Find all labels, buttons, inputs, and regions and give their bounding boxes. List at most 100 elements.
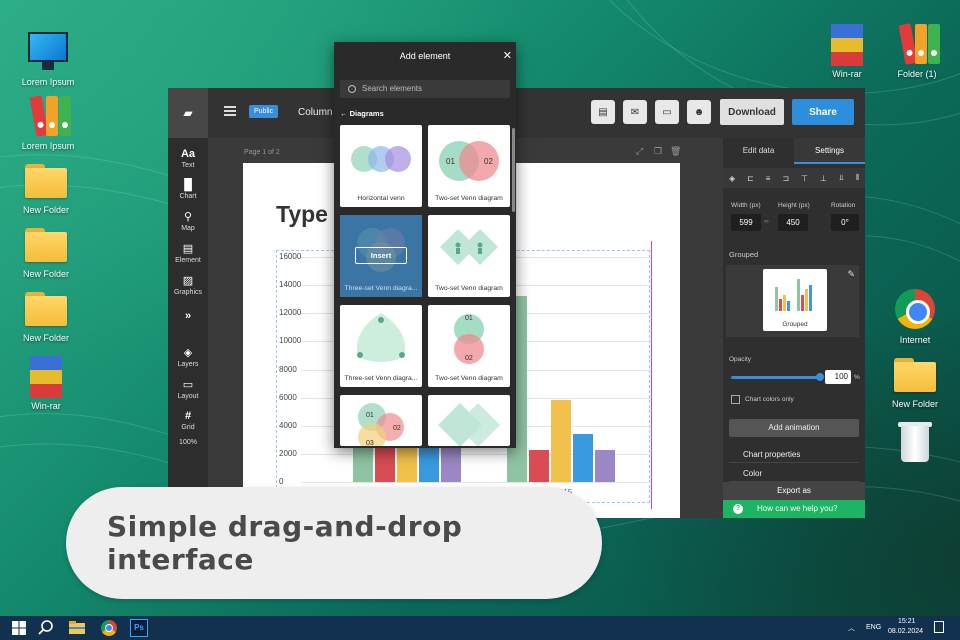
visibility-badge[interactable]: Public [249, 105, 279, 118]
download-button[interactable]: Download [720, 99, 784, 125]
tool-element[interactable]: ▤ Element [168, 242, 208, 264]
grouped-chart-preview [775, 279, 812, 311]
help-button[interactable]: How can we help you? [723, 500, 865, 518]
venn-label-01: 01 [366, 412, 374, 419]
desktop-icon-recycle-bin[interactable] [883, 418, 947, 467]
desktop-icon-new-folder-2[interactable]: New Folder [14, 220, 78, 279]
opacity-slider[interactable] [731, 373, 824, 381]
tool-layers[interactable]: ◈ Layers [168, 346, 208, 368]
chart-colors-checkbox[interactable] [731, 395, 740, 404]
chart-bar[interactable] [441, 446, 461, 482]
desktop-icon-label: Internet [899, 335, 931, 345]
add-animation-button[interactable]: Add animation [729, 419, 859, 437]
chrome-taskbar-icon[interactable] [100, 619, 118, 637]
clock-time[interactable]: 15:21 [898, 618, 916, 625]
color-row[interactable]: Color [729, 466, 859, 482]
y-tick-label: 14000 [279, 280, 302, 290]
chart-bar[interactable] [573, 434, 593, 482]
chart-bar[interactable] [375, 442, 395, 482]
diagram-card-three-set-venn-2[interactable]: 01 02 03 [340, 395, 422, 446]
chart-title[interactable]: Type [276, 201, 328, 228]
search-elements-input[interactable]: Search elements [340, 80, 510, 98]
share-button[interactable]: Share [792, 99, 854, 125]
card-caption: Horizontal venn [357, 195, 405, 202]
search-icon[interactable] [37, 619, 55, 637]
edit-icon[interactable]: ✎ [847, 269, 855, 280]
width-field[interactable]: 599 [731, 214, 761, 231]
chart-variant-selector[interactable]: Grouped ✎ [726, 265, 859, 337]
diagram-card-diamond-overlap[interactable] [428, 395, 510, 446]
desktop-icon-lorem-ipsum-2[interactable]: Lorem Ipsum [16, 92, 80, 151]
rotation-label: Rotation [831, 202, 856, 209]
chart-properties-row[interactable]: Chart properties [729, 447, 859, 463]
tool-layout[interactable]: ▭ Layout [168, 378, 208, 400]
desktop-icon-win-rar[interactable]: Win-rar [14, 352, 78, 411]
desktop-icon-label: Win-rar [31, 401, 61, 411]
height-field[interactable]: 450 [778, 214, 808, 231]
duplicate-icon[interactable]: ❐ [654, 146, 662, 157]
diagram-card-two-set-venn-vertical[interactable]: 01 02 Two-set Venn diagram [428, 305, 510, 387]
align-left-icon[interactable]: ⊏ [747, 174, 754, 183]
comment-icon[interactable]: ✉ [623, 100, 647, 124]
align-middle-icon[interactable]: ⊥ [820, 174, 827, 183]
tool-grid[interactable]: # Grid [168, 410, 208, 431]
diagram-card-three-set-venn-triangle[interactable]: Three-set Venn diagra... [340, 305, 422, 387]
file-explorer-icon[interactable] [68, 619, 86, 637]
delete-icon[interactable]: 🗑 [670, 146, 681, 157]
tray-chevron-icon[interactable]: ︿ [848, 623, 855, 633]
chart-bar[interactable] [595, 449, 615, 482]
card-caption: Three-set Venn diagra... [344, 285, 418, 292]
tab-edit-data[interactable]: Edit data [723, 138, 794, 164]
desktop-icon-lorem-ipsum-1[interactable]: Lorem Ipsum [16, 28, 80, 87]
tool-map[interactable]: ⚲ Map [168, 210, 208, 232]
present-icon[interactable]: ▭ [655, 100, 679, 124]
tool-graphics[interactable]: ▨ Graphics [168, 274, 208, 296]
diagram-card-horizontal-venn[interactable]: Horizontal venn [340, 125, 422, 207]
desktop-icon-internet[interactable]: Internet [883, 286, 947, 345]
notes-icon[interactable]: ▤ [591, 100, 615, 124]
insert-button[interactable]: Insert [355, 247, 407, 264]
clock-date[interactable]: 08.02.2024 [888, 628, 923, 635]
layers-icon[interactable]: ◈ [729, 174, 735, 183]
distribute-icon[interactable]: ⦀ [855, 173, 859, 183]
rotation-field[interactable]: 0° [831, 214, 859, 231]
expand-tools-icon[interactable]: » [168, 310, 208, 322]
language-indicator[interactable]: ENG [866, 624, 881, 631]
desktop-icon-new-folder-1[interactable]: New Folder [14, 156, 78, 215]
photoshop-icon[interactable]: Ps [130, 619, 148, 637]
chart-bar[interactable] [529, 449, 549, 482]
close-icon[interactable]: ✕ [503, 42, 512, 70]
desktop-icon-new-folder-3[interactable]: New Folder [14, 284, 78, 343]
zoom-level[interactable]: 100% [168, 439, 208, 446]
tab-settings[interactable]: Settings [794, 138, 865, 164]
notification-icon[interactable] [934, 621, 944, 633]
resize-icon[interactable]: ⤢ [636, 146, 643, 157]
align-top-icon[interactable]: ⊤ [801, 174, 808, 183]
align-center-icon[interactable]: ≡ [766, 174, 771, 183]
diagram-card-three-set-venn-selected[interactable]: Insert Three-set Venn diagra... [340, 215, 422, 297]
align-right-icon[interactable]: ⊐ [782, 174, 789, 183]
opacity-field[interactable]: 100 [825, 370, 851, 384]
app-logo-icon[interactable]: ▰ [168, 88, 208, 138]
modal-scrollbar[interactable] [512, 128, 515, 212]
menu-icon[interactable] [224, 106, 236, 116]
diagram-card-two-set-venn-diamond[interactable]: Two-set Venn diagram [428, 215, 510, 297]
link-icon[interactable]: ∞ [764, 218, 769, 225]
winrar-icon [23, 352, 69, 398]
windows-start-icon[interactable] [10, 619, 28, 637]
tool-chart[interactable]: ▐▌ Chart [168, 179, 208, 200]
chart-bar[interactable] [551, 400, 571, 482]
tool-text[interactable]: Aa Text [168, 148, 208, 169]
export-as-button[interactable]: Export as [723, 482, 865, 500]
taskbar: Ps ︿ ENG 15:21 08.02.2024 [0, 616, 960, 640]
diagrams-section[interactable]: ← Diagrams [340, 109, 384, 118]
align-bottom-icon[interactable]: ⫫ [839, 173, 844, 183]
chart-bar[interactable] [419, 442, 439, 482]
folder-icon [23, 284, 69, 330]
diagram-card-two-set-venn[interactable]: 01 02 Two-set Venn diagram [428, 125, 510, 207]
grouped-thumbnail[interactable]: Grouped [763, 269, 827, 331]
users-icon[interactable]: ☻ [687, 100, 711, 124]
desktop-icon-folder-1[interactable]: Folder (1) [885, 20, 949, 79]
desktop-icon-win-rar-right[interactable]: Win-rar [815, 20, 879, 79]
desktop-icon-new-folder-right[interactable]: New Folder [883, 350, 947, 409]
